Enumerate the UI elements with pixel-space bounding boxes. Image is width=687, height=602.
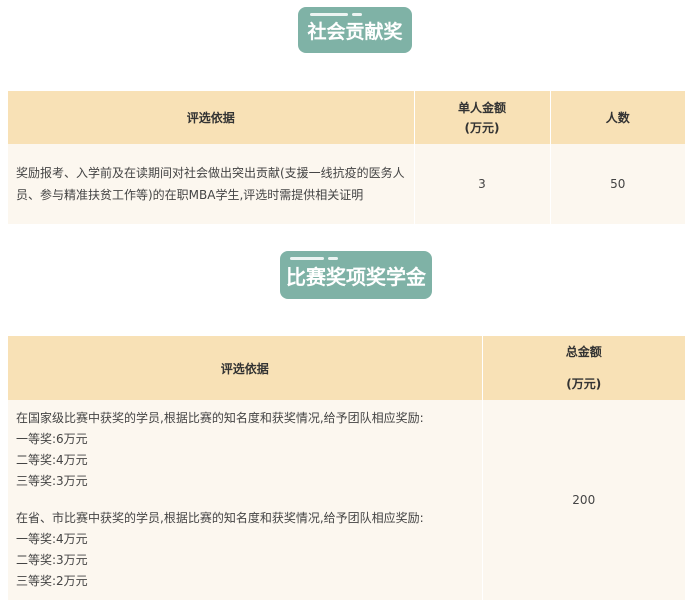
section-title-competition-scholarship: 比赛奖项奖学金 bbox=[280, 251, 432, 299]
competition-scholarship-table: 评选依据 总金额 (万元) 在国家级比赛中获奖的学员,根据比赛的知名度和获奖情况… bbox=[8, 336, 685, 600]
national-third-prize: 三等奖:3万元 bbox=[16, 474, 88, 488]
section-title-social-contribution: 社会贡献奖 bbox=[298, 7, 412, 53]
table-row: 在国家级比赛中获奖的学员,根据比赛的知名度和获奖情况,给予团队相应奖励: 一等奖… bbox=[8, 400, 685, 600]
badge-decoration bbox=[352, 13, 362, 16]
cell-total: 200 bbox=[482, 400, 685, 600]
provincial-first-prize: 一等奖:4万元 bbox=[16, 532, 88, 546]
header-criteria: 评选依据 bbox=[8, 91, 415, 144]
header-total-line2: (万元) bbox=[566, 377, 602, 391]
header-total: 总金额 (万元) bbox=[482, 336, 685, 400]
section-title-text: 社会贡献奖 bbox=[307, 21, 403, 43]
cell-criteria: 奖励报考、入学前及在读期间对社会做出突出贡献(支援一线抗疫的医务人员、参与精准扶… bbox=[8, 144, 415, 224]
provincial-intro: 在省、市比赛中获奖的学员,根据比赛的知名度和获奖情况,给予团队相应奖励: bbox=[16, 511, 424, 525]
provincial-second-prize: 二等奖:3万元 bbox=[16, 553, 88, 567]
table-row: 奖励报考、入学前及在读期间对社会做出突出贡献(支援一线抗疫的医务人员、参与精准扶… bbox=[8, 144, 685, 224]
provincial-third-prize: 三等奖:2万元 bbox=[16, 574, 88, 588]
badge-decoration bbox=[328, 257, 338, 260]
badge-decoration bbox=[290, 257, 324, 260]
national-second-prize: 二等奖:4万元 bbox=[16, 453, 88, 467]
section-title-text: 比赛奖项奖学金 bbox=[286, 265, 426, 289]
header-total-line1: 总金额 bbox=[565, 345, 602, 359]
cell-amount: 3 bbox=[414, 144, 551, 224]
national-intro: 在国家级比赛中获奖的学员,根据比赛的知名度和获奖情况,给予团队相应奖励: bbox=[16, 411, 424, 425]
cell-people: 50 bbox=[550, 144, 685, 224]
badge-decoration bbox=[310, 13, 348, 16]
header-amount-line2: (万元) bbox=[464, 120, 500, 135]
header-criteria: 评选依据 bbox=[8, 336, 483, 400]
national-first-prize: 一等奖:6万元 bbox=[16, 432, 88, 446]
table-header-row: 评选依据 总金额 (万元) bbox=[8, 336, 685, 400]
cell-criteria: 在国家级比赛中获奖的学员,根据比赛的知名度和获奖情况,给予团队相应奖励: 一等奖… bbox=[8, 400, 483, 600]
table-header-row: 评选依据 单人金额 (万元) 人数 bbox=[8, 91, 685, 144]
header-people: 人数 bbox=[550, 91, 685, 144]
social-contribution-table: 评选依据 单人金额 (万元) 人数 奖励报考、入学前及在读期间对社会做出突出贡献… bbox=[8, 91, 685, 224]
header-amount-line1: 单人金额 bbox=[457, 100, 506, 115]
header-amount: 单人金额 (万元) bbox=[414, 91, 551, 144]
